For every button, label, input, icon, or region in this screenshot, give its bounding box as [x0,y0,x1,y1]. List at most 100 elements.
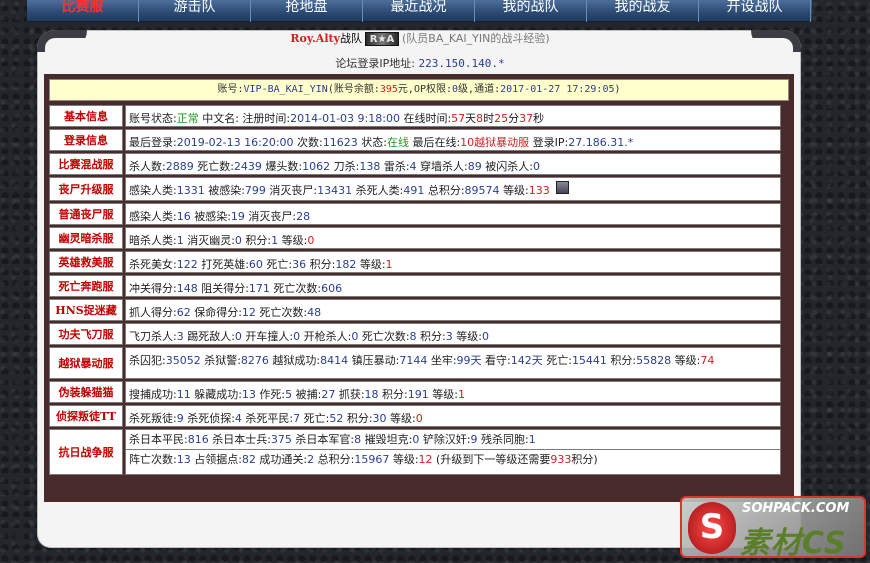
stat-value: 1331 [176,184,205,197]
row-label[interactable]: 基本信息 [49,105,123,127]
row-label[interactable]: 丧尸升级服 [49,177,123,201]
stat-label: 登录IP: [529,136,569,149]
stat-value: 12 [418,453,433,466]
stat-label: (升级到下一等级还需要 [432,453,551,466]
stat-label: 状态: [357,136,387,149]
stat-value: 15967 [354,453,390,466]
stat-label: 最后登录: [129,136,177,149]
stat-value: 正常 [176,112,199,125]
player-name[interactable]: Roy.Alty [290,32,340,45]
stats-row: 丧尸升级服 感染人类:1331 被感染:799 消灭丧尸:13431 杀死人类:4… [49,177,789,201]
row-line: 最后登录:2019-02-13 16:20:00 次数:11623 状态:在线 … [129,133,777,152]
nav-item[interactable]: 最近战况 [363,0,475,22]
stat-value: 8414 [320,354,349,367]
nav-item[interactable]: 我的战队 [475,0,587,22]
row-content: 杀囚犯:35052 杀狱警:8276 越狱成功:8414 镇压暴动:7144 坐… [125,347,781,379]
stat-label: 等级: [671,354,701,367]
row-label[interactable]: 侦探叛徒TT [49,405,123,427]
stat-value: 57 [451,112,466,125]
row-content: 杀死美女:122 打死英雄:60 死亡:36 积分:182 等级:1 [125,251,781,273]
stat-label: 穿墙杀人: [416,160,468,173]
stat-value: 4 [234,412,242,425]
nav-item[interactable]: 比赛服 [27,0,139,22]
nav-item[interactable]: 开设战队 [699,0,811,22]
row-label[interactable]: 抗日战争服 [49,429,123,475]
stats-row: 比赛混战服 杀人数:2889 死亡数:2439 爆头数:1062 刀杀:138 雷… [49,153,789,175]
row-label[interactable]: 英雄救美服 [49,251,123,273]
stats-row: 登录信息 最后登录:2019-02-13 16:20:00 次数:11623 状态… [49,129,789,151]
stat-value: 7144 [399,354,428,367]
stat-value: 122 [176,258,198,271]
stat-value: 15441 [571,354,607,367]
ip-label: 论坛登录IP地址: [335,57,415,70]
nav-item[interactable]: 抢地盘 [251,0,363,22]
team-suffix: 战队 [339,32,362,45]
stat-label: 等级: [386,412,416,425]
stat-label: 暗杀人类: [129,234,177,247]
stat-label: 感染人类: [129,184,177,197]
row-content: 杀人数:2889 死亡数:2439 爆头数:1062 刀杀:138 雷杀:4 穿… [125,153,781,175]
stat-value: 19 [230,210,245,223]
row-label[interactable]: 伪装躲猫猫 [49,381,123,403]
stats-frame: 账号:VIP-BA_KAI_YIN(账号余额:395元,OP权限:0级,通道:2… [44,74,794,502]
stat-value: 182 [335,258,357,271]
stat-value: 191 [407,388,429,401]
stat-label: 被捕: [292,388,322,401]
site-watermark-logo: S SOHPACK.COM 素材CS [680,496,866,558]
stat-label: 作死: [255,388,286,401]
stat-label: 在线时间: [399,112,452,125]
stat-value: 0 [307,234,315,247]
stat-label: 打死英雄: [197,258,249,271]
stats-row: 功夫飞刀服 飞刀杀人:3 踢死敌人:0 开车撞人:0 开枪杀人:0 死亡次数:8 … [49,323,789,345]
nav-item[interactable]: 游击队 [139,0,251,22]
row-label[interactable]: 功夫飞刀服 [49,323,123,345]
stat-value: 1 [528,433,536,446]
nav-item[interactable]: 我的战友 [587,0,699,22]
stat-label: 残杀同胞: [477,433,529,446]
row-content: 账号状态:正常 中文名: 注册时间:2014-01-03 9:18:00 在线时… [125,105,781,127]
stat-value: 8 [409,330,417,343]
stat-label: 等级: [452,330,482,343]
stat-label: 等级: [356,258,386,271]
stat-value: 18 [364,388,379,401]
stat-value: 37 [519,112,534,125]
row-label[interactable]: HNS捉迷藏 [49,299,123,321]
stat-value: 933 [550,453,572,466]
stat-label: 消灭丧尸: [244,210,297,223]
balance-label: (账号余额: [327,84,380,95]
stat-label: 中文名: 注册时间: [198,112,291,125]
row-line: 搜捕成功:11 躲藏成功:13 作死:5 被捕:27 抓获:18 积分:191 … [129,385,777,404]
stat-label: 死亡: [262,258,293,271]
row-label[interactable]: 登录信息 [49,129,123,151]
stat-label: 等级: [499,184,529,197]
stat-value: 36 [292,258,307,271]
stat-value: 10越狱暴动服 [460,136,530,149]
row-label[interactable]: 普通丧尸服 [49,203,123,225]
stat-value: 27.186.31.* [568,136,634,149]
stat-label: 死亡: [542,354,572,367]
stat-label: 时 [483,112,495,125]
stat-label: 被闪杀人: [481,160,533,173]
stat-label: 消灭幽灵: [183,234,235,247]
watermark-domain: SOHPACK.COM [742,501,850,516]
stats-row: 死亡奔跑服 冲关得分:148 阻关得分:171 死亡次数:606 [49,275,789,297]
row-line: 杀囚犯:35052 杀狱警:8276 越狱成功:8414 镇压暴动:7144 坐… [129,351,777,370]
stat-label: 越狱成功: [268,354,321,367]
stat-value: 11623 [322,136,358,149]
row-label[interactable]: 死亡奔跑服 [49,275,123,297]
stat-label: 杀狱警: [200,354,241,367]
row-label[interactable]: 比赛混战服 [49,153,123,175]
row-content: 抓人得分:62 保命得分:12 死亡次数:48 [125,299,781,321]
row-label[interactable]: 越狱暴动服 [49,347,123,379]
forum-ip-line: 论坛登录IP地址: 223.150.140.* [120,55,720,71]
stat-label: 开枪杀人: [300,330,352,343]
stat-label: 杀囚犯: [129,354,166,367]
stat-label: 账号状态: [129,112,177,125]
stat-label: 积分: [378,388,408,401]
row-line: 杀人数:2889 死亡数:2439 爆头数:1062 刀杀:138 雷杀:4 穿… [129,157,777,176]
stats-row: 伪装躲猫猫 搜捕成功:11 躲藏成功:13 作死:5 被捕:27 抓获:18 积分… [49,381,789,403]
stat-label: 感染人类: [129,210,177,223]
stat-value: 491 [403,184,425,197]
row-line: 杀日本平民:816 杀日本士兵:375 杀日本军官:8 摧毁坦克:0 铲除汉奸:… [129,430,777,449]
row-label[interactable]: 幽灵暗杀服 [49,227,123,249]
